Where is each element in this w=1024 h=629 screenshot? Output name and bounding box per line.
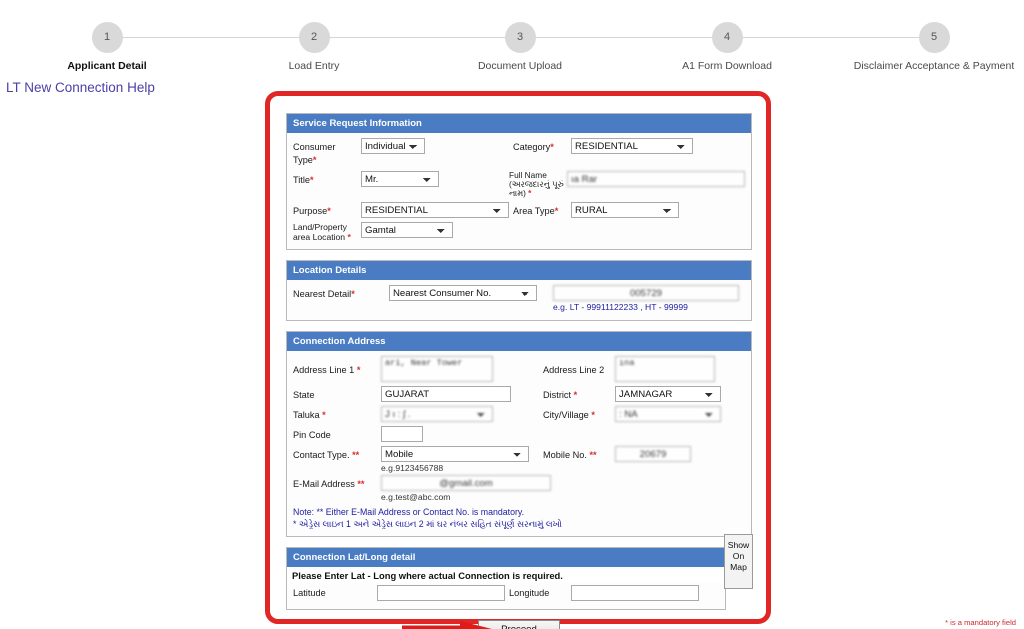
area-type-select[interactable]: RURAL [571, 202, 679, 218]
taluka-label: Taluka * [293, 410, 326, 420]
service-request-heading: Service Request Information [287, 114, 751, 133]
step-3-document-upload[interactable]: 3 Document Upload [430, 14, 610, 72]
land-property-location-label: Land/Property area Location * [293, 222, 351, 242]
progress-stepper: 1 Applicant Detail 2 Load Entry 3 Docume… [0, 14, 1024, 76]
proceed-row: Proceed [286, 620, 752, 629]
nearest-detail-type-select[interactable]: Nearest Consumer No. [389, 285, 537, 301]
step-5-label: Disclaimer Acceptance & Payment [853, 60, 1015, 72]
lat-long-instruction: Please Enter Lat - Long where actual Con… [292, 570, 563, 581]
lat-long-panel: Connection Lat/Long detail Please Enter … [286, 534, 753, 610]
category-select[interactable]: RESIDENTIAL [571, 138, 693, 154]
nearest-detail-hint: e.g. LT - 99911122233 , HT - 99999 [553, 302, 688, 312]
contact-type-select[interactable]: Mobile [381, 446, 529, 462]
mobile-hint: e.g.9123456788 [381, 463, 444, 473]
longitude-input[interactable] [571, 585, 699, 601]
address-line-2-label: Address Line 2 [543, 365, 605, 375]
state-input[interactable] [381, 386, 511, 402]
full-name-input[interactable] [567, 171, 745, 187]
title-select[interactable]: Mr. [361, 171, 439, 187]
step-3-circle: 3 [504, 22, 536, 53]
purpose-select[interactable]: RESIDENTIAL [361, 202, 509, 218]
full-name-label: Full Name (અરજદારનું પૂરું નામ) * [509, 170, 564, 198]
consumer-type-select[interactable]: Individual [361, 138, 425, 154]
mobile-no-input[interactable] [615, 446, 691, 462]
address-line-1-textarea[interactable]: ari, Near Tower [381, 356, 493, 382]
title-label: Title* [293, 175, 314, 185]
area-type-label: Area Type* [513, 206, 559, 216]
pin-code-input[interactable] [381, 426, 423, 442]
city-village-label: City/Village * [543, 410, 595, 420]
latitude-label: Latitude [293, 587, 326, 598]
latitude-input[interactable] [377, 585, 505, 601]
address-line-1-label: Address Line 1 * [293, 365, 361, 375]
location-details-heading: Location Details [287, 261, 751, 280]
email-address-label: E-Mail Address ** [293, 479, 365, 489]
state-label: State [293, 390, 315, 400]
mandatory-contact-note: Note: ** Either E-Mail Address or Contac… [293, 506, 745, 530]
step-4-circle: 4 [711, 22, 743, 53]
lt-new-connection-help-link[interactable]: LT New Connection Help [6, 80, 155, 95]
page-root: 1 Applicant Detail 2 Load Entry 3 Docume… [0, 0, 1024, 629]
pin-code-label: Pin Code [293, 430, 331, 440]
district-select[interactable]: JAMNAGAR [615, 386, 721, 402]
location-details-panel: Location Details Nearest Detail* Nearest… [286, 260, 752, 321]
category-label: Category* [513, 142, 554, 152]
step-2-circle: 2 [298, 22, 330, 53]
taluka-select[interactable]: J ı : ʃ . [381, 406, 493, 422]
step-2-load-entry[interactable]: 2 Load Entry [224, 14, 404, 72]
mobile-no-label: Mobile No. ** [543, 450, 597, 460]
email-hint: e.g.test@abc.com [381, 492, 451, 502]
show-on-map-line-3: Map [730, 562, 747, 572]
step-1-circle: 1 [91, 22, 123, 53]
proceed-button-label: Proceed [501, 624, 537, 629]
red-arrow-annotation [402, 621, 492, 629]
connection-address-heading: Connection Address [287, 332, 751, 351]
district-label: District * [543, 390, 578, 400]
step-5-disclaimer-payment[interactable]: 5 Disclaimer Acceptance & Payment [844, 14, 1024, 72]
step-4-a1-form-download[interactable]: 4 A1 Form Download [637, 14, 817, 72]
nearest-detail-label: Nearest Detail* [293, 289, 355, 299]
nearest-detail-value-input[interactable] [553, 285, 739, 301]
purpose-label: Purpose* [293, 206, 331, 216]
email-address-input[interactable] [381, 475, 551, 491]
show-on-map-button[interactable]: Show On Map [724, 534, 753, 589]
step-1-applicant-detail[interactable]: 1 Applicant Detail [17, 14, 197, 72]
show-on-map-line-1: Show [727, 540, 750, 550]
contact-type-label: Contact Type. ** [293, 450, 360, 460]
step-1-label: Applicant Detail [67, 60, 147, 72]
note-line-1: Note: ** Either E-Mail Address or Contac… [293, 507, 525, 517]
address-line-2-textarea[interactable]: ına [615, 356, 715, 382]
connection-address-panel: Connection Address Address Line 1 * ari,… [286, 331, 752, 537]
show-on-map-line-2: On [732, 551, 745, 561]
lat-long-heading: Connection Lat/Long detail [287, 548, 725, 567]
land-property-location-select[interactable]: Gamtal [361, 222, 453, 238]
service-request-panel: Service Request Information Consumer Typ… [286, 113, 752, 250]
city-village-select[interactable]: : NA [615, 406, 721, 422]
applicant-detail-form: Service Request Information Consumer Typ… [286, 113, 753, 629]
step-3-label: Document Upload [477, 60, 563, 72]
step-2-label: Load Entry [288, 60, 340, 72]
note-line-2: * એડ્રેસ લાઇન 1 અને એડ્રેસ લાઇન 2 માં ઘર… [293, 519, 562, 529]
mandatory-field-footnote: * is a mandatory field [945, 618, 1016, 627]
step-5-circle: 5 [918, 22, 950, 53]
consumer-type-label: Consumer Type* [293, 142, 336, 165]
longitude-label: Longitude [509, 587, 550, 598]
step-4-label: A1 Form Download [682, 60, 772, 72]
